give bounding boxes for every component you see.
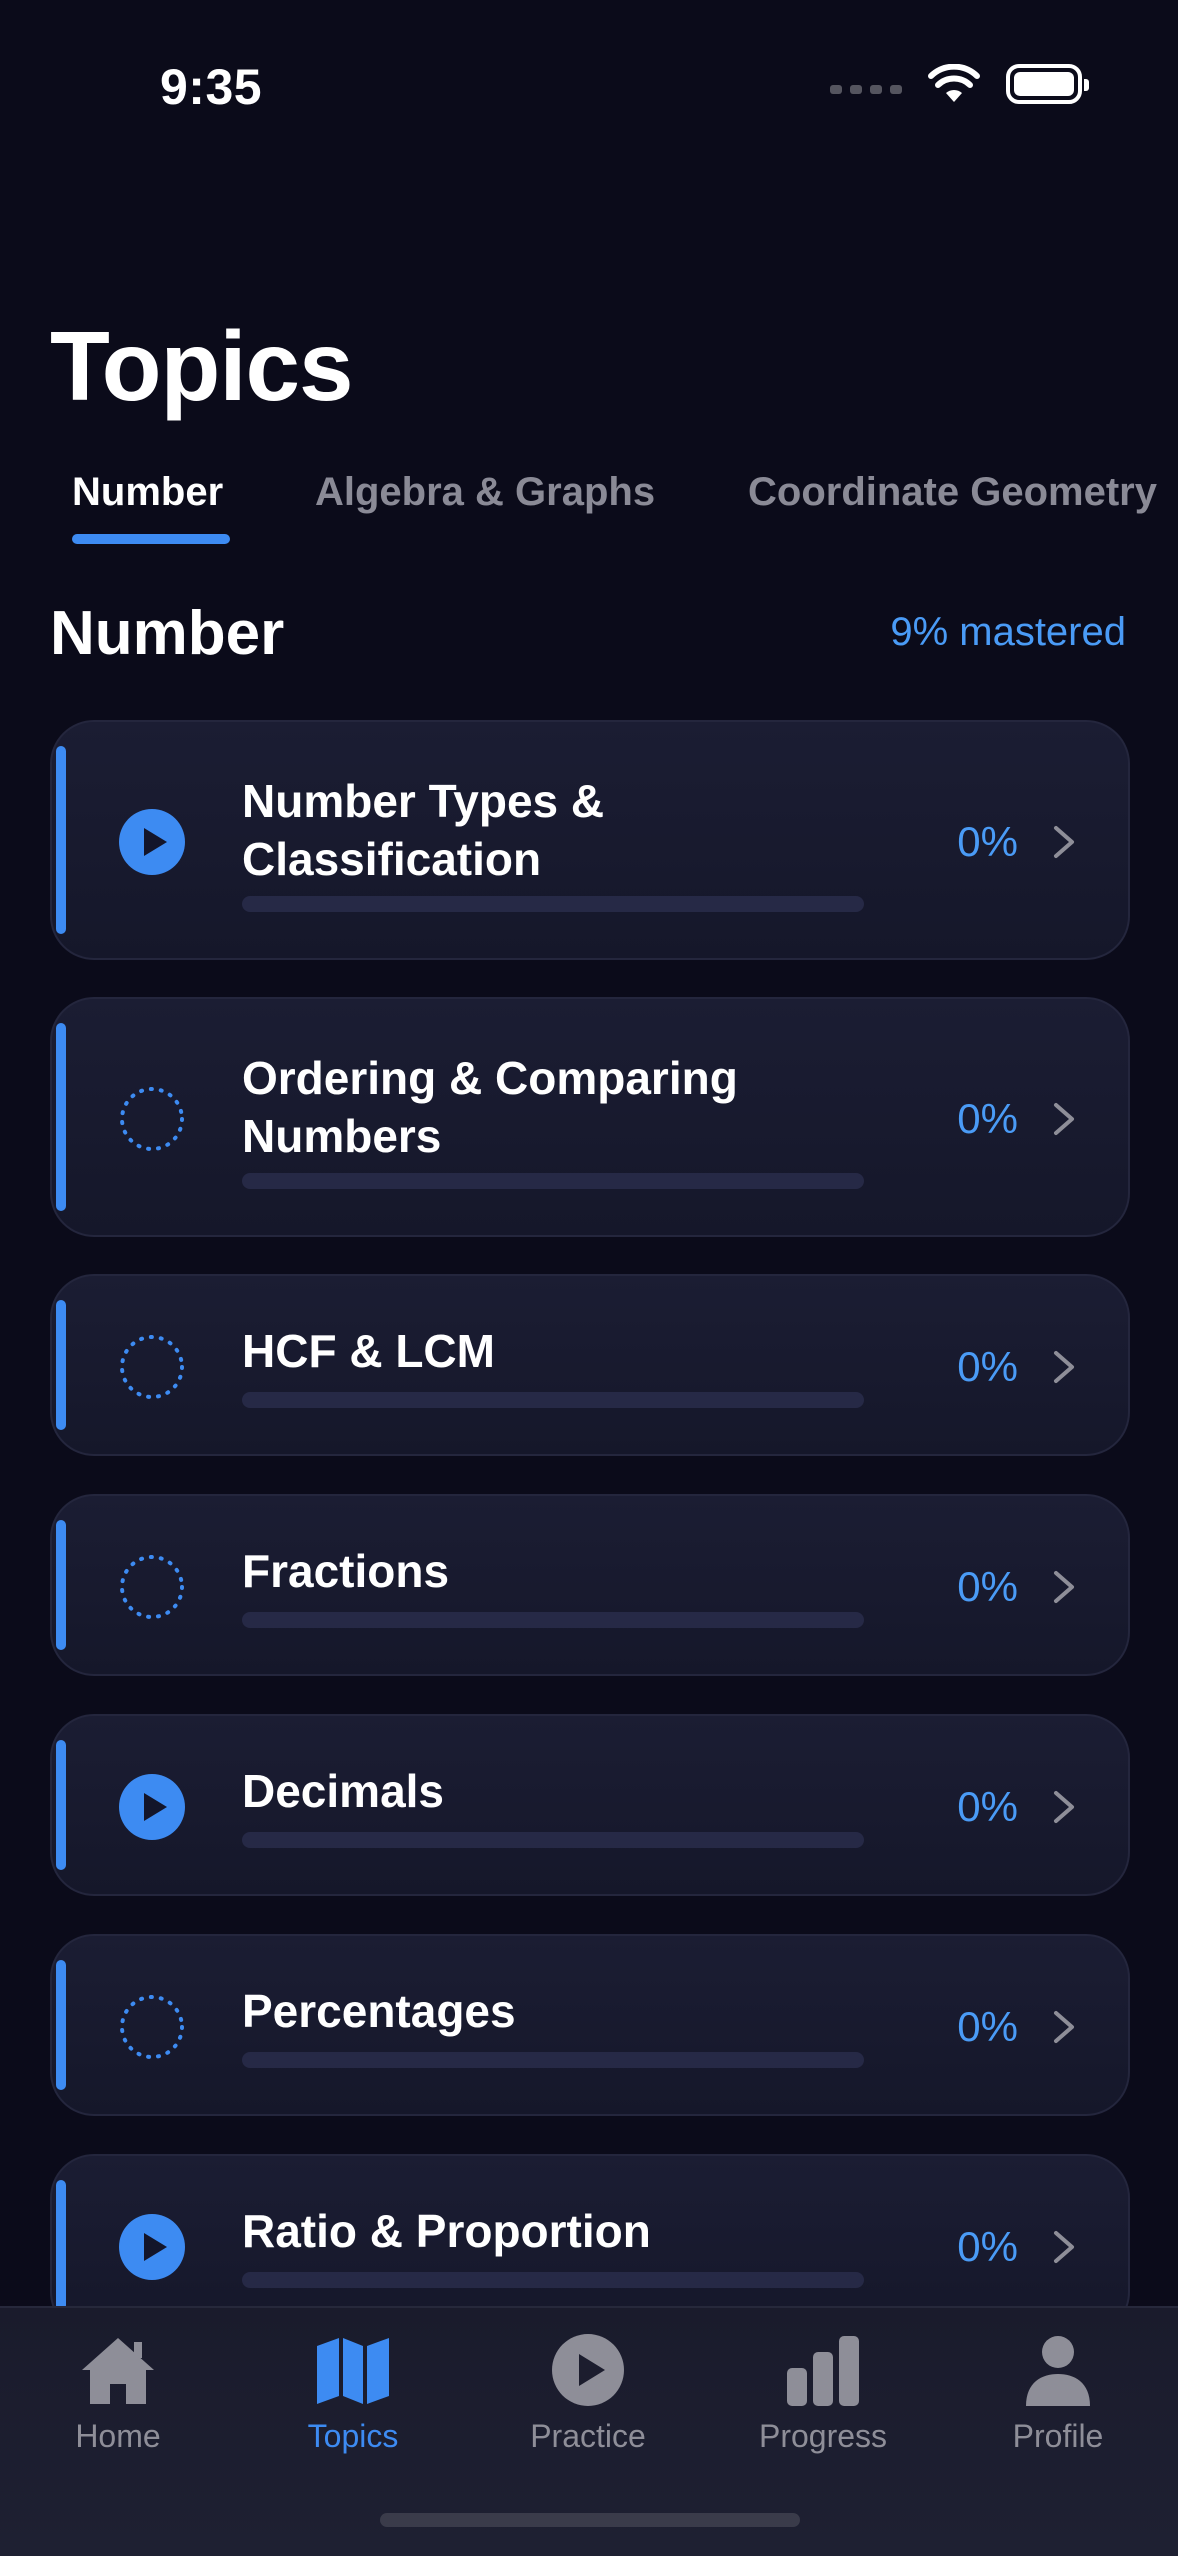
topic-percent: 0%: [957, 2003, 1018, 2050]
topic-progress-bar: [242, 2052, 864, 2068]
topic-card[interactable]: Fractions 0%: [50, 1494, 1130, 1676]
chevron-right-icon: [1050, 1567, 1078, 1607]
play-circle-icon: [548, 2330, 628, 2410]
topic-title-line: Numbers: [242, 1110, 442, 1162]
topic-card[interactable]: HCF & LCM 0%: [50, 1274, 1130, 1456]
topic-progress-bar: [242, 1392, 864, 1408]
topic-title-line: Fractions: [242, 1545, 450, 1597]
tabbar-label: Profile: [1012, 2418, 1104, 2454]
tabbar-topics[interactable]: Topics: [253, 2330, 453, 2455]
topic-progress-bar: [242, 2272, 864, 2288]
topic-progress-bar: [242, 896, 864, 912]
topic-title-line: Percentages: [242, 1985, 516, 2037]
card-accent-bar: [56, 1960, 66, 2090]
card-accent-bar: [56, 1520, 66, 1650]
dotted-circle-icon: [118, 1333, 186, 1401]
topic-title-line: HCF & LCM: [242, 1325, 495, 1377]
topic-title-line: Number Types &: [242, 775, 605, 827]
topic-card[interactable]: Decimals 0%: [50, 1714, 1130, 1896]
topics-screen: 9:35 Topics Number Algebra & Graphs Coor…: [0, 0, 1178, 2556]
chevron-right-icon: [1050, 2227, 1078, 2267]
topic-title: Fractions: [242, 1542, 449, 1600]
topic-card[interactable]: Ratio & Proportion 0%: [50, 2154, 1130, 2306]
topic-title-line: Decimals: [242, 1765, 445, 1817]
chevron-right-icon: [1050, 822, 1078, 862]
topic-card[interactable]: Percentages 0%: [50, 1934, 1130, 2116]
card-accent-bar: [56, 1023, 66, 1211]
tabbar-label: Topics: [307, 2418, 399, 2454]
topic-percent: 0%: [957, 1783, 1018, 1830]
tabbar-label: Home: [75, 2418, 161, 2454]
home-icon: [78, 2330, 158, 2410]
chevron-right-icon: [1050, 1787, 1078, 1827]
topic-percent: 0%: [957, 2223, 1018, 2270]
topic-title-line: Classification: [242, 833, 542, 885]
topic-percent: 0%: [957, 1343, 1018, 1390]
card-accent-bar: [56, 2180, 66, 2306]
chevron-right-icon: [1050, 2007, 1078, 2047]
play-icon: [118, 2213, 186, 2281]
topic-title: HCF & LCM: [242, 1322, 495, 1380]
topic-title: Number Types & Classification: [242, 772, 604, 888]
dotted-circle-icon: [118, 1993, 186, 2061]
topic-card[interactable]: Ordering & Comparing Numbers 0%: [50, 997, 1130, 1237]
tabbar-progress[interactable]: Progress: [723, 2330, 923, 2455]
topic-card[interactable]: Number Types & Classification 0%: [50, 720, 1130, 960]
home-indicator: [380, 2513, 800, 2527]
map-icon: [313, 2330, 393, 2410]
topic-progress-bar: [242, 1173, 864, 1189]
tabbar-practice[interactable]: Practice: [488, 2330, 688, 2455]
topic-title: Ratio & Proportion: [242, 2202, 651, 2260]
card-accent-bar: [56, 1300, 66, 1430]
topic-progress-bar: [242, 1612, 864, 1628]
tabbar-label: Practice: [530, 2418, 646, 2454]
person-icon: [1018, 2330, 1098, 2410]
tabbar-profile[interactable]: Profile: [958, 2330, 1158, 2455]
dotted-circle-icon: [118, 1553, 186, 1621]
dotted-circle-icon: [118, 1085, 186, 1153]
play-icon: [118, 1773, 186, 1841]
topic-list: Number Types & Classification 0% Ordering &…: [0, 0, 1178, 2306]
tabbar-home[interactable]: Home: [18, 2330, 218, 2455]
tabbar-label: Progress: [758, 2418, 888, 2454]
chevron-right-icon: [1050, 1099, 1078, 1139]
card-accent-bar: [56, 746, 66, 934]
card-accent-bar: [56, 1740, 66, 1870]
chevron-right-icon: [1050, 1347, 1078, 1387]
topic-percent: 0%: [957, 818, 1018, 865]
topic-title-line: Ratio & Proportion: [242, 2205, 651, 2257]
topic-title: Percentages: [242, 1982, 516, 2040]
topic-percent: 0%: [957, 1563, 1018, 1610]
bar-chart-icon: [783, 2330, 863, 2410]
play-icon: [118, 808, 186, 876]
topic-progress-bar: [242, 1832, 864, 1848]
topic-title: Ordering & Comparing Numbers: [242, 1049, 738, 1165]
topic-title: Decimals: [242, 1762, 444, 1820]
topic-percent: 0%: [957, 1095, 1018, 1142]
topic-title-line: Ordering & Comparing: [242, 1052, 738, 1104]
